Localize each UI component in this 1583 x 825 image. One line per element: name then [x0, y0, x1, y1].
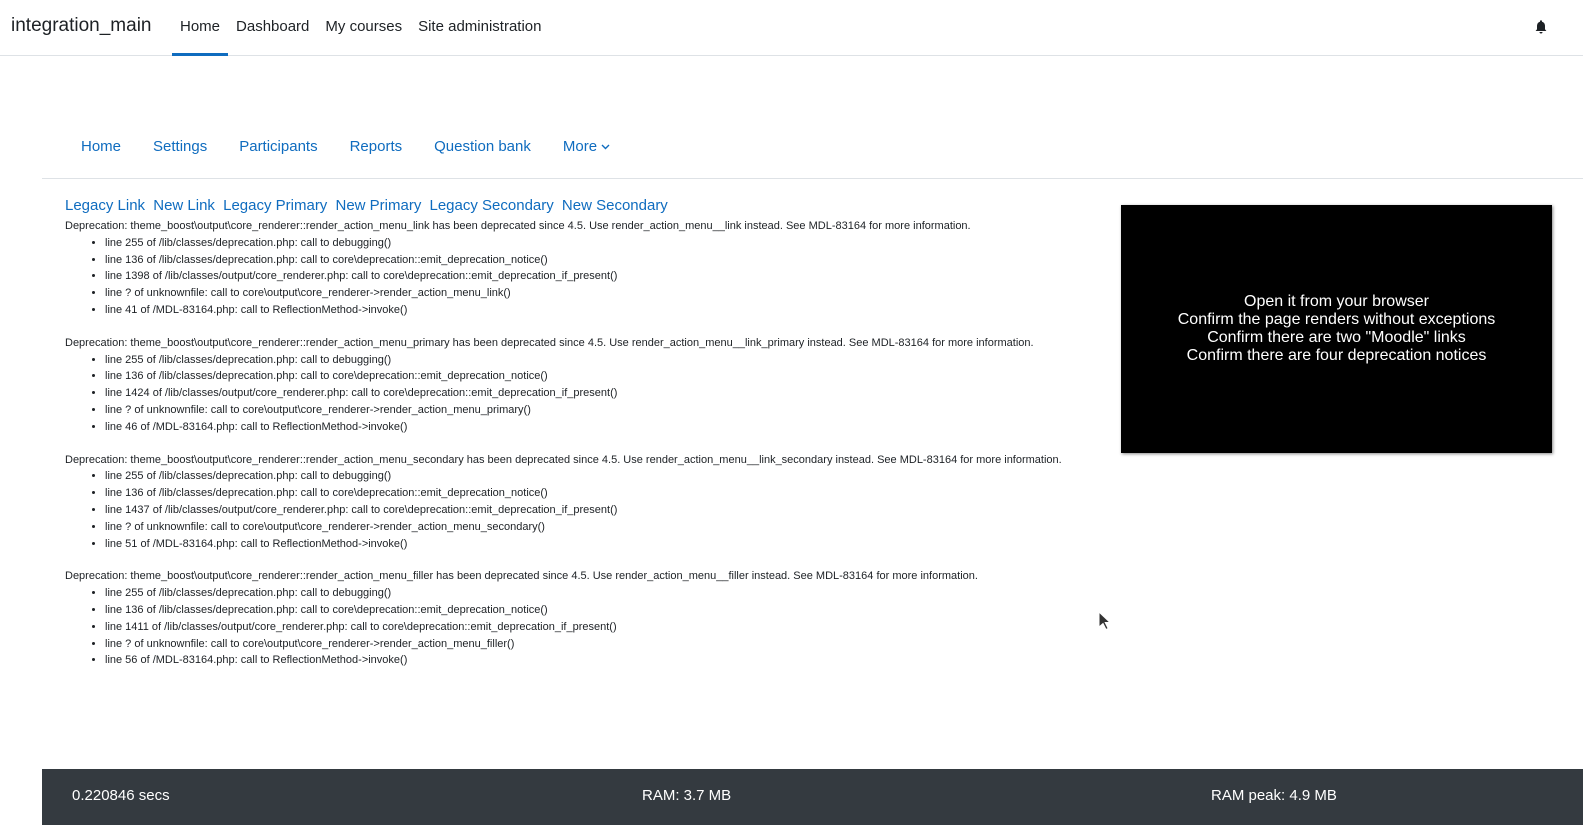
legacy-secondary-link[interactable]: Legacy Secondary — [430, 197, 554, 214]
backtrace-item: line 136 of /lib/classes/deprecation.php… — [105, 368, 1095, 385]
deprecation-notice: Deprecation: theme_boost\output\core_ren… — [65, 452, 1095, 553]
notice-message: Deprecation: theme_boost\output\core_ren… — [65, 220, 971, 232]
backtrace-item: line 255 of /lib/classes/deprecation.php… — [105, 352, 1095, 369]
backtrace-item: line ? of unknownfile: call to core\outp… — [105, 636, 1095, 653]
footer-time: 0.220846 secs — [72, 787, 170, 804]
more-label: More — [562, 138, 598, 155]
top-navbar: integration_main Home Dashboard My cours… — [0, 0, 1583, 56]
backtrace-list: line 255 of /lib/classes/deprecation.php… — [65, 352, 1095, 436]
instruction-line: Confirm there are two "Moodle" links — [1207, 329, 1466, 346]
primary-nav-my-courses[interactable]: My courses — [317, 0, 410, 56]
backtrace-item: line 1437 of /lib/classes/output/core_re… — [105, 502, 1095, 519]
secondary-nav-settings[interactable]: Settings — [137, 128, 223, 166]
secondary-nav-question-bank[interactable]: Question bank — [418, 128, 547, 166]
footer-ram-peak: RAM peak: 4.9 MB — [1211, 787, 1337, 804]
instruction-line: Open it from your browser — [1244, 293, 1429, 310]
site-name[interactable]: integration_main — [11, 15, 151, 37]
backtrace-item: line 51 of /MDL-83164.php: call to Refle… — [105, 536, 1095, 553]
secondary-nav-participants[interactable]: Participants — [223, 128, 333, 166]
backtrace-list: line 255 of /lib/classes/deprecation.php… — [65, 468, 1095, 552]
backtrace-item: line 255 of /lib/classes/deprecation.php… — [105, 468, 1095, 485]
backtrace-item: line 136 of /lib/classes/deprecation.php… — [105, 485, 1095, 502]
instructions-video[interactable]: Open it from your browser Confirm the pa… — [1121, 205, 1552, 453]
action-links: Legacy Link New Link Legacy Primary New … — [65, 196, 1095, 216]
deprecation-notice: Deprecation: theme_boost\output\core_ren… — [65, 568, 1095, 669]
backtrace-item: line 136 of /lib/classes/deprecation.php… — [105, 252, 1095, 269]
legacy-link[interactable]: Legacy Link — [65, 197, 145, 214]
secondary-navigation: Home Settings Participants Reports Quest… — [42, 128, 1583, 179]
backtrace-item: line 255 of /lib/classes/deprecation.php… — [105, 235, 1095, 252]
backtrace-list: line 255 of /lib/classes/deprecation.php… — [65, 585, 1095, 669]
backtrace-item: line ? of unknownfile: call to core\outp… — [105, 285, 1095, 302]
backtrace-item: line ? of unknownfile: call to core\outp… — [105, 402, 1095, 419]
secondary-nav-home[interactable]: Home — [65, 128, 137, 166]
chevron-down-icon — [601, 144, 610, 150]
bell-icon[interactable] — [1533, 19, 1549, 35]
backtrace-item: line ? of unknownfile: call to core\outp… — [105, 519, 1095, 536]
deprecation-notice: Deprecation: theme_boost\output\core_ren… — [65, 218, 1095, 319]
backtrace-item: line 1411 of /lib/classes/output/core_re… — [105, 619, 1095, 636]
new-primary-link[interactable]: New Primary — [335, 197, 421, 214]
primary-nav-site-administration[interactable]: Site administration — [410, 0, 549, 56]
primary-nav-home[interactable]: Home — [172, 0, 229, 56]
backtrace-item: line 1398 of /lib/classes/output/core_re… — [105, 268, 1095, 285]
notice-message: Deprecation: theme_boost\output\core_ren… — [65, 336, 1034, 349]
backtrace-item: line 136 of /lib/classes/deprecation.php… — [105, 602, 1095, 619]
primary-navigation: Home Dashboard My courses Site administr… — [172, 0, 550, 56]
performance-footer: 0.220846 secs RAM: 3.7 MB RAM peak: 4.9 … — [42, 769, 1583, 825]
backtrace-item: line 255 of /lib/classes/deprecation.php… — [105, 585, 1095, 602]
backtrace-list: line 255 of /lib/classes/deprecation.php… — [65, 235, 1095, 319]
notice-message: Deprecation: theme_boost\output\core_ren… — [65, 453, 1062, 466]
main-content: Legacy Link New Link Legacy Primary New … — [65, 196, 1095, 685]
notice-message: Deprecation: theme_boost\output\core_ren… — [65, 570, 978, 583]
instruction-line: Confirm there are four deprecation notic… — [1186, 347, 1487, 364]
primary-nav-dashboard[interactable]: Dashboard — [228, 0, 317, 56]
instruction-line: Confirm the page renders without excepti… — [1177, 311, 1496, 328]
new-link[interactable]: New Link — [153, 197, 215, 214]
secondary-nav-reports[interactable]: Reports — [334, 128, 419, 166]
footer-ram: RAM: 3.7 MB — [642, 787, 732, 804]
legacy-primary-link[interactable]: Legacy Primary — [223, 197, 327, 214]
new-secondary-link[interactable]: New Secondary — [562, 197, 668, 214]
secondary-nav-more[interactable]: More — [547, 128, 626, 166]
backtrace-item: line 1424 of /lib/classes/output/core_re… — [105, 385, 1095, 402]
backtrace-item: line 46 of /MDL-83164.php: call to Refle… — [105, 419, 1095, 436]
deprecation-notice: Deprecation: theme_boost\output\core_ren… — [65, 335, 1095, 436]
mouse-cursor-icon — [1098, 611, 1112, 631]
backtrace-item: line 56 of /MDL-83164.php: call to Refle… — [105, 652, 1095, 669]
backtrace-item: line 41 of /MDL-83164.php: call to Refle… — [105, 302, 1095, 319]
